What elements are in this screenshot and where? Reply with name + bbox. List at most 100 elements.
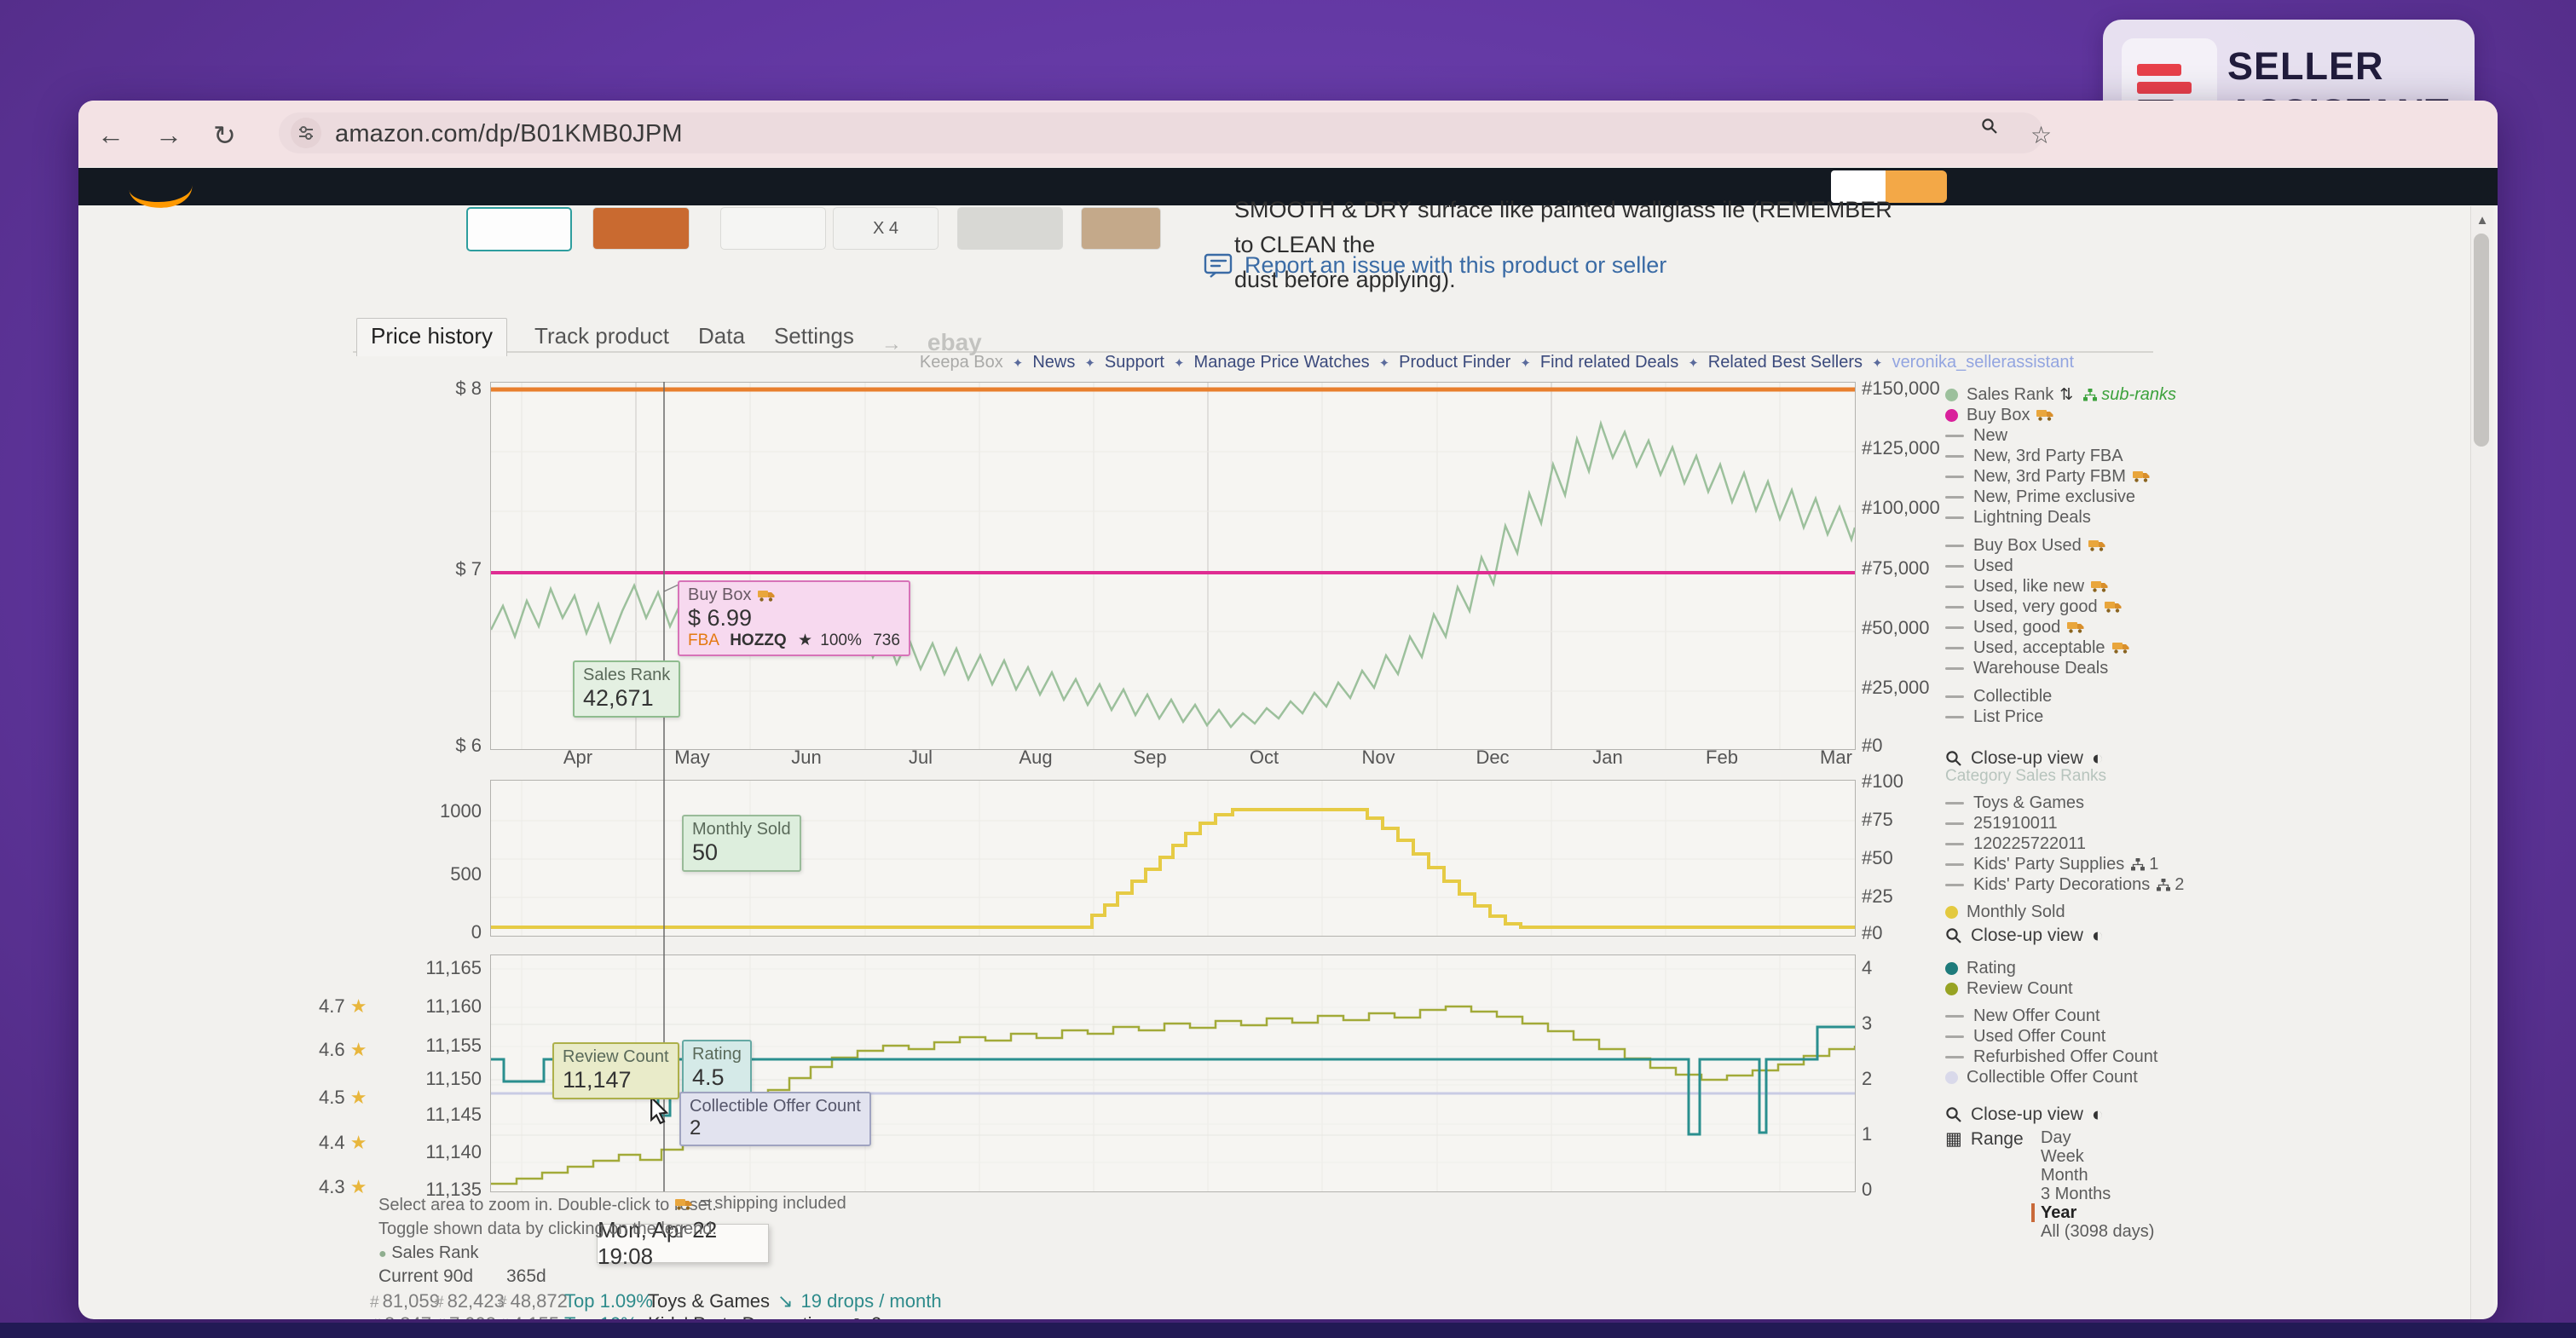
legend-item-refurbished-offer-count[interactable]: Refurbished Offer Count <box>1945 1047 2157 1067</box>
amazon-logo-icon[interactable] <box>129 179 193 210</box>
keepa-link-manage-price-watches[interactable]: Manage Price Watches <box>1194 353 1370 372</box>
legend-item-kids-party-supplies[interactable]: Kids' Party Supplies1 <box>1945 854 2184 874</box>
zoom-icon[interactable] <box>1981 118 1998 135</box>
range-option-week[interactable]: Week <box>2041 1147 2154 1166</box>
tab-data[interactable]: Data <box>696 319 747 356</box>
mouse-cursor-icon <box>648 1096 672 1125</box>
range-option-3-months[interactable]: 3 Months <box>2041 1185 2154 1203</box>
page-scrollbar[interactable]: ▲ <box>2470 206 2493 1319</box>
truck-icon <box>758 589 776 603</box>
dot-marker <box>1945 906 1958 919</box>
legend-item-collectible-offer-count[interactable]: Collectible Offer Count <box>1945 1067 2157 1087</box>
tab-price-history[interactable]: Price history <box>356 318 507 356</box>
sub-ranks-link[interactable]: sub-ranks <box>2101 385 2176 405</box>
forward-button[interactable]: → <box>155 119 182 151</box>
truck-icon <box>675 1197 693 1211</box>
tab-settings[interactable]: Settings <box>772 319 856 356</box>
month-label: Jun <box>768 747 845 769</box>
product-thumbnail[interactable] <box>1081 207 1161 250</box>
legend-item-new-offer-count[interactable]: New Offer Count <box>1945 1006 2157 1026</box>
dash-marker <box>1945 667 1964 670</box>
legend-item-used[interactable]: Used <box>1945 556 2176 576</box>
product-thumbnail[interactable] <box>957 207 1063 250</box>
sort-icon[interactable]: ⇅ <box>2059 385 2073 405</box>
keepa-link-find-related-deals[interactable]: Find related Deals <box>1540 353 1678 372</box>
keepa-link-product-finder[interactable]: Product Finder <box>1399 353 1510 372</box>
report-issue-link[interactable]: Report an issue with this product or sel… <box>1245 252 1666 279</box>
legend-item-monthly-sold[interactable]: Monthly Sold <box>1945 902 2184 922</box>
legend-item-kids-party-decorations[interactable]: Kids' Party Decorations2 <box>1945 874 2184 895</box>
truck-icon <box>2112 641 2130 655</box>
legend-item-new-3rd-party-fba[interactable]: New, 3rd Party FBA <box>1945 446 2176 466</box>
keepa-link-veronika_sellerassistant[interactable]: veronika_sellerassistant <box>1892 353 2074 372</box>
keepa-link-news[interactable]: News <box>1032 353 1075 372</box>
range-option-day[interactable]: Day <box>2041 1128 2154 1147</box>
legend-item-warehouse-deals[interactable]: Warehouse Deals <box>1945 658 2176 678</box>
dash-marker <box>1945 606 1964 608</box>
truck-icon <box>2067 620 2085 634</box>
legend-item-120225722011[interactable]: 120225722011 <box>1945 833 2184 854</box>
scrollbar-thumb[interactable] <box>2474 234 2489 447</box>
truck-icon <box>2105 600 2123 614</box>
magnifier-icon <box>1945 750 1962 767</box>
closeup-toggle-2[interactable]: Close-up view ◐ <box>1945 924 2104 947</box>
rating-axis-tick: 4.5 ★ <box>319 1087 367 1109</box>
legend-item-new[interactable]: New <box>1945 425 2176 446</box>
truck-icon <box>2088 539 2106 552</box>
url-text[interactable]: amazon.com/dp/B01KMB0JPM <box>335 120 683 148</box>
legend-item-new-3rd-party-fbm[interactable]: New, 3rd Party FBM <box>1945 466 2176 487</box>
report-issue-row[interactable]: Report an issue with this product or sel… <box>1204 252 1666 279</box>
range-option-month[interactable]: Month <box>2041 1166 2154 1185</box>
magnifier-icon <box>1945 927 1962 944</box>
dash-marker <box>1945 476 1964 478</box>
legend-item-used-offer-count[interactable]: Used Offer Count <box>1945 1026 2157 1047</box>
product-thumbnail[interactable] <box>592 207 690 250</box>
legend-item-collectible[interactable]: Collectible <box>1945 686 2176 706</box>
price-chart-plot[interactable] <box>490 382 1856 750</box>
legend-item-review-count[interactable]: Review Count <box>1945 978 2157 999</box>
product-thumbnail[interactable] <box>720 207 826 250</box>
toggle-icon[interactable]: ◐ <box>2092 1103 2104 1126</box>
legend-item-list-price[interactable]: List Price <box>1945 706 2176 727</box>
legend-item-used-very-good[interactable]: Used, very good <box>1945 597 2176 617</box>
dash-marker <box>1945 802 1964 805</box>
range-option-year[interactable]: Year <box>2031 1203 2154 1222</box>
tooltip-value: 4.5 <box>692 1064 742 1091</box>
product-thumbnail[interactable] <box>466 207 572 251</box>
closeup-toggle-3[interactable]: Close-up view ◐ <box>1945 1103 2104 1126</box>
range-option-all-3098-days-[interactable]: All (3098 days) <box>2041 1222 2154 1241</box>
sub-ranks-icon <box>2083 389 2097 401</box>
legend-item-used-good[interactable]: Used, good <box>1945 617 2176 637</box>
range-options: DayWeekMonth3 MonthsYearAll (3098 days) <box>2041 1128 2154 1241</box>
legend-item-buy-box[interactable]: Buy Box <box>1945 405 2176 425</box>
legend-item-rating[interactable]: Rating <box>1945 958 2157 978</box>
site-settings-icon[interactable] <box>291 118 321 148</box>
rating-axis-tick: 4.4 ★ <box>319 1132 367 1154</box>
bookmark-star-icon[interactable]: ☆ <box>2030 121 2052 149</box>
scrollbar-up-icon[interactable]: ▲ <box>2471 206 2493 228</box>
axis-tick: 11,145 <box>379 1104 482 1126</box>
legend-item-used-like-new[interactable]: Used, like new <box>1945 576 2176 597</box>
dot-marker <box>1945 983 1958 995</box>
keepa-link-related-best-sellers[interactable]: Related Best Sellers <box>1708 353 1863 372</box>
tab-track-product[interactable]: Track product <box>533 319 671 356</box>
legend-item-buy-box-used[interactable]: Buy Box Used <box>1945 535 2176 556</box>
toggle-icon[interactable]: ◐ <box>2092 924 2104 947</box>
dash-marker <box>1945 516 1964 519</box>
product-thumbnail[interactable]: X 4 <box>833 207 939 250</box>
dash-marker <box>1945 1015 1964 1018</box>
reload-button[interactable]: ↻ <box>213 119 236 152</box>
keepa-link-support[interactable]: Support <box>1105 353 1164 372</box>
url-bar[interactable]: amazon.com/dp/B01KMB0JPM <box>279 112 2043 153</box>
keepa-link-keepa-box[interactable]: Keepa Box <box>920 353 1003 372</box>
separator-icon: ✦ <box>1084 355 1095 371</box>
legend-item-lightning-deals[interactable]: Lightning Deals <box>1945 507 2176 528</box>
back-button[interactable]: ← <box>97 119 124 151</box>
toggle-icon[interactable]: ◐ <box>2092 747 2104 770</box>
legend-item-251910011[interactable]: 251910011 <box>1945 813 2184 833</box>
legend-item-new-prime-exclusive[interactable]: New, Prime exclusive <box>1945 487 2176 507</box>
closeup-toggle-1[interactable]: Close-up view ◐ <box>1945 747 2104 770</box>
legend-item-toys-games[interactable]: Toys & Games <box>1945 793 2184 813</box>
legend-item-used-acceptable[interactable]: Used, acceptable <box>1945 637 2176 658</box>
legend-item-sales-rank[interactable]: Sales Rank⇅sub-ranks <box>1945 384 2176 405</box>
